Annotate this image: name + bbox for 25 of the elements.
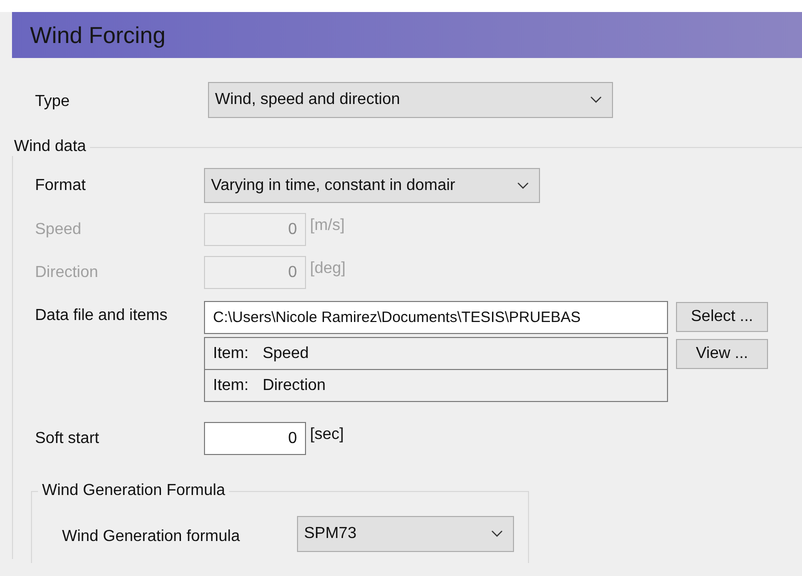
field-label: Soft start	[35, 430, 100, 448]
field-label: Wind Generation formula	[62, 528, 241, 546]
unit-label: [sec]	[310, 426, 344, 444]
field-label: Data file and items	[35, 307, 169, 325]
field-label: Direction	[35, 264, 100, 282]
chevron-down-icon	[491, 530, 503, 538]
ellipsis-button[interactable]: Select ...	[676, 302, 768, 332]
field-label: Format	[35, 176, 87, 194]
group-title: Wind data	[13, 138, 88, 156]
dropdown[interactable]: SPM73	[297, 516, 514, 552]
file-path-field[interactable]: C:\Users\Nicole Ramirez\Documents\TESIS\PRUEBAS	[204, 301, 668, 334]
chevron-down-icon	[517, 182, 529, 190]
dropdown[interactable]: Wind, speed and direction	[208, 82, 613, 118]
list-item[interactable]: Item: Speed	[205, 338, 667, 369]
list-item[interactable]: Item: Direction	[205, 369, 667, 401]
unit-label: [deg]	[310, 260, 346, 278]
ellipsis-button[interactable]: View ...	[676, 339, 768, 369]
field-label: Speed	[35, 220, 82, 238]
number-field[interactable]: 0	[204, 422, 306, 455]
field-label: Type	[35, 93, 71, 111]
panel-title: Wind Forcing	[30, 22, 166, 48]
chevron-down-icon	[590, 96, 602, 104]
group-title: Wind Generation Formula	[41, 482, 226, 500]
unit-label: [m/s]	[310, 217, 345, 235]
dropdown[interactable]: Varying in time, constant in domair	[204, 168, 540, 203]
